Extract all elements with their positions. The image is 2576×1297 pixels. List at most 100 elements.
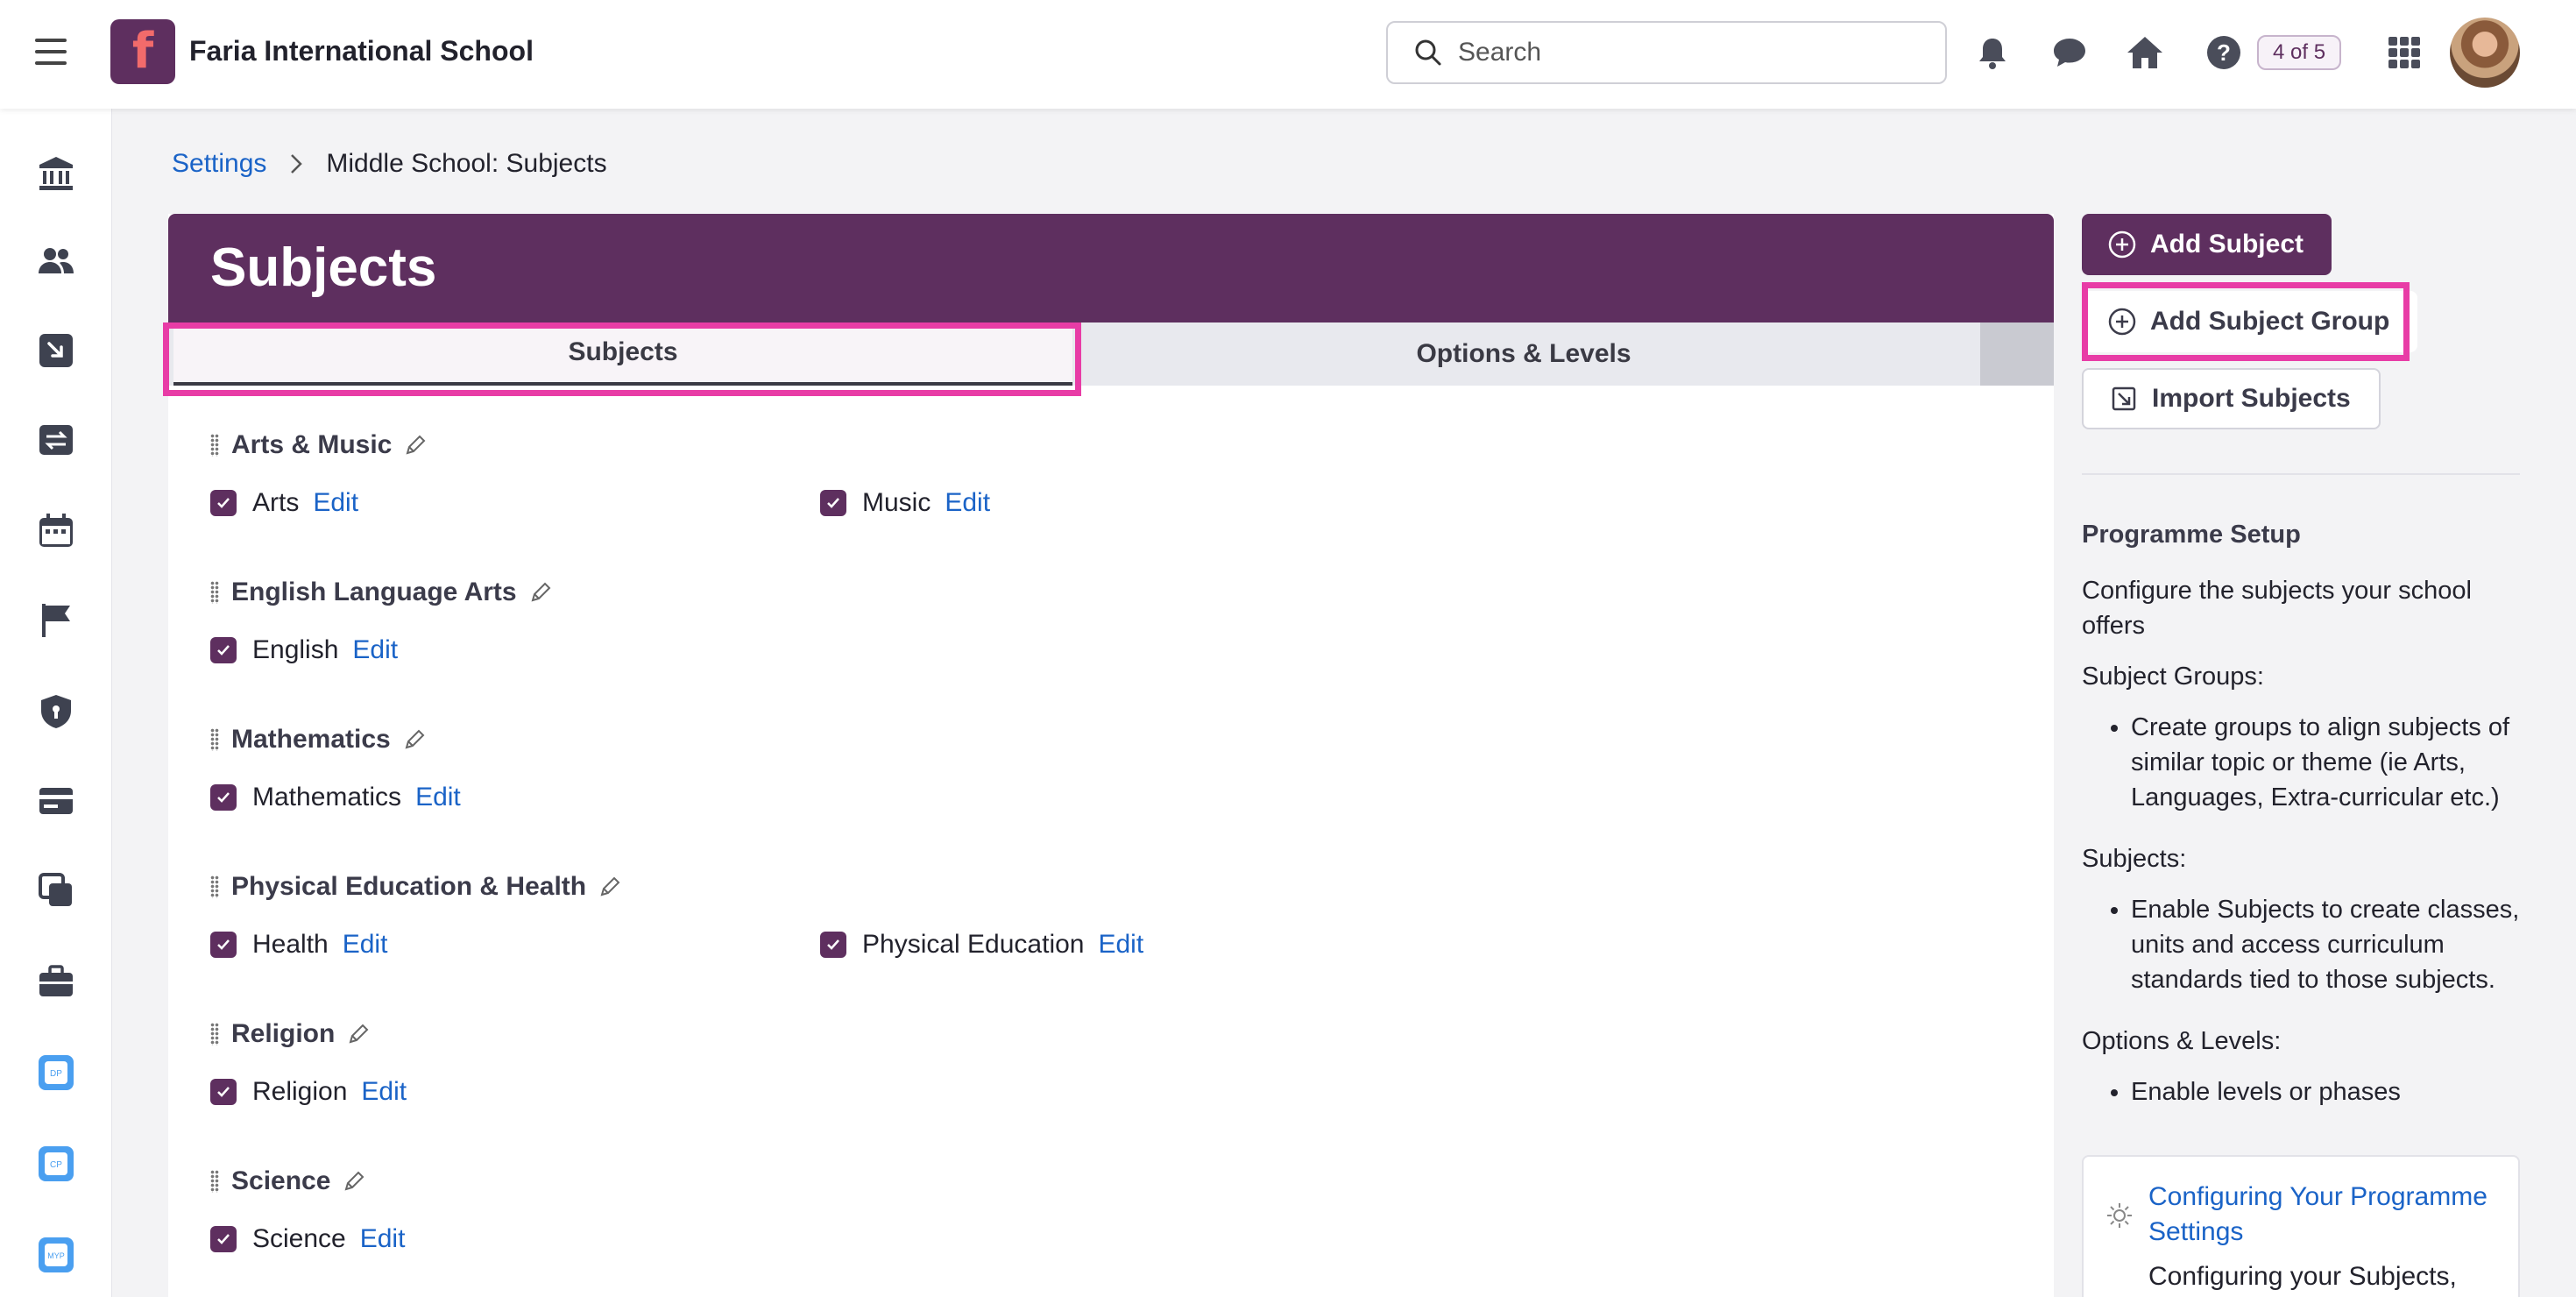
add-subject-button[interactable]: Add Subject [2082, 214, 2332, 275]
cp-app-icon[interactable]: CP [37, 1145, 75, 1183]
tab-options-levels[interactable]: Options & Levels [1081, 322, 1966, 386]
subject-label: Religion [252, 1077, 348, 1106]
drag-handle-icon[interactable] [210, 1023, 219, 1045]
group-name: English Language Arts [231, 578, 517, 606]
home-icon[interactable] [2126, 33, 2164, 72]
check-icon [217, 645, 230, 656]
check-icon [827, 939, 839, 950]
help-article-desc: Configuring your Subjects, [2148, 1262, 2457, 1291]
group-name: Arts & Music [231, 430, 393, 459]
info-section-title: Options & Levels: [2082, 1027, 2282, 1055]
subject-label: Arts [252, 488, 300, 517]
subject-checkbox[interactable] [820, 490, 846, 516]
gear-icon [2107, 1203, 2132, 1228]
plus-circle-icon [2108, 308, 2136, 336]
page-title: Subjects [210, 237, 437, 298]
import-icon[interactable] [37, 331, 75, 370]
check-icon [827, 498, 839, 508]
svg-text:CP: CP [50, 1160, 62, 1170]
user-avatar[interactable] [2450, 18, 2520, 88]
subject-checkbox[interactable] [210, 490, 237, 516]
edit-link[interactable]: Edit [361, 1077, 407, 1107]
breadcrumb-settings-link[interactable]: Settings [172, 149, 266, 179]
subject-checkbox[interactable] [210, 1226, 237, 1252]
edit-link[interactable]: Edit [1098, 930, 1143, 960]
subject-label: Music [862, 488, 931, 517]
institution-icon[interactable] [37, 154, 75, 193]
check-icon [217, 939, 230, 950]
edit-link[interactable]: Edit [313, 488, 358, 518]
pencil-icon[interactable] [598, 875, 621, 898]
subject-label: Health [252, 930, 329, 959]
menu-icon[interactable] [35, 39, 67, 65]
users-icon[interactable] [37, 242, 75, 280]
edit-link[interactable]: Edit [360, 1224, 406, 1254]
subject-group: Mathematics Mathematics Edit [210, 722, 2015, 817]
group-name: Science [231, 1166, 331, 1195]
breadcrumb-current: Middle School: Subjects [326, 149, 607, 178]
pencil-icon[interactable] [347, 1023, 370, 1045]
apps-grid-icon[interactable] [2385, 33, 2424, 72]
edit-link[interactable]: Edit [415, 783, 461, 812]
pencil-icon[interactable] [403, 728, 426, 751]
group-name: Physical Education & Health [231, 872, 587, 901]
add-subject-label: Add Subject [2150, 230, 2304, 259]
tab-bar-filler [1980, 322, 2054, 386]
drag-handle-icon[interactable] [210, 1170, 219, 1193]
info-section-title: Subject Groups: [2082, 663, 2264, 691]
calendar-icon[interactable] [37, 512, 75, 550]
subject-group: Religion Religion Edit [210, 1017, 2015, 1111]
pencil-icon[interactable] [529, 581, 552, 604]
info-heading: Programme Setup [2082, 521, 2301, 549]
subject-checkbox[interactable] [210, 1079, 237, 1105]
chevron-right-icon [291, 154, 303, 174]
copy-icon[interactable] [37, 871, 75, 910]
dp-app-icon[interactable]: DP [37, 1053, 75, 1092]
subject-group: Science Science Edit [210, 1164, 2015, 1258]
subjects-panel: Subjects Subjects Options & Levels Arts … [168, 214, 2054, 1297]
myp-app-icon[interactable]: MYP [37, 1236, 75, 1274]
bell-icon[interactable] [1973, 33, 2012, 72]
drag-handle-icon[interactable] [210, 875, 219, 898]
add-subject-group-button[interactable]: Add Subject Group [2082, 291, 2418, 352]
subject-label: English [252, 635, 339, 664]
subject-label: Science [252, 1224, 346, 1253]
subject-checkbox[interactable] [210, 932, 237, 958]
subject-checkbox[interactable] [210, 784, 237, 811]
drag-handle-icon[interactable] [210, 728, 219, 751]
help-icon[interactable]: ? [2204, 33, 2243, 72]
check-icon [217, 1087, 230, 1097]
info-bullet: Create groups to align subjects of simil… [2131, 710, 2529, 815]
tab-subjects[interactable]: Subjects [173, 322, 1072, 386]
chat-icon[interactable] [2050, 33, 2089, 72]
progress-badge[interactable]: 4 of 5 [2257, 35, 2342, 70]
subject-checkbox[interactable] [820, 932, 846, 958]
search-box[interactable] [1386, 21, 1947, 84]
edit-link[interactable]: Edit [343, 930, 388, 960]
subject-checkbox[interactable] [210, 637, 237, 663]
drag-handle-icon[interactable] [210, 581, 219, 604]
svg-text:?: ? [2217, 39, 2231, 66]
school-logo[interactable]: f [110, 19, 175, 84]
pencil-icon[interactable] [343, 1170, 365, 1193]
transfer-icon[interactable] [37, 421, 75, 459]
top-bar: f Faria International School ? 4 of 5 [0, 0, 2576, 109]
edit-link[interactable]: Edit [352, 635, 398, 665]
flag-icon[interactable] [37, 601, 75, 640]
breadcrumb: Settings Middle School: Subjects [172, 149, 607, 179]
shield-icon[interactable] [37, 692, 75, 731]
group-name: Religion [231, 1019, 336, 1048]
import-subjects-label: Import Subjects [2152, 384, 2351, 413]
search-input[interactable] [1458, 38, 1914, 67]
help-article-link[interactable]: Configuring Your Programme Settings [2148, 1180, 2499, 1250]
tab-bar: Subjects Options & Levels [168, 322, 2054, 386]
drag-handle-icon[interactable] [210, 434, 219, 457]
check-icon [217, 498, 230, 508]
group-name: Mathematics [231, 725, 391, 754]
pencil-icon[interactable] [404, 434, 427, 457]
card-icon[interactable] [37, 782, 75, 820]
briefcase-icon[interactable] [37, 962, 75, 1001]
edit-link[interactable]: Edit [945, 488, 990, 518]
info-intro: Configure the subjects your school offer… [2082, 577, 2472, 640]
import-subjects-button[interactable]: Import Subjects [2082, 368, 2381, 429]
